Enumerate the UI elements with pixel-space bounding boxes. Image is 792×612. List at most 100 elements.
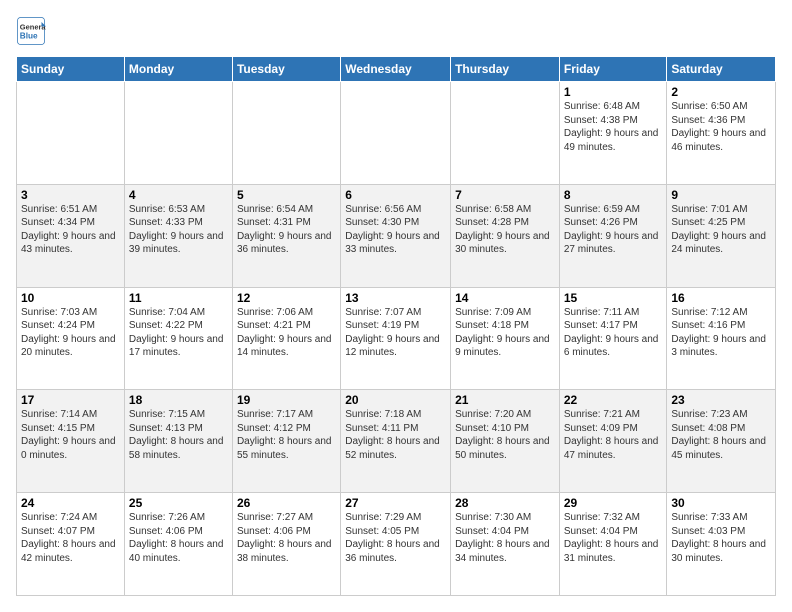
day-number: 28 <box>455 496 555 510</box>
day-info: Sunrise: 7:11 AM Sunset: 4:17 PM Dayligh… <box>564 306 663 360</box>
day-info: Sunrise: 7:14 AM Sunset: 4:15 PM Dayligh… <box>21 408 120 462</box>
day-number: 26 <box>237 496 336 510</box>
calendar-cell: 23Sunrise: 7:23 AM Sunset: 4:08 PM Dayli… <box>667 390 776 493</box>
day-number: 4 <box>129 188 228 202</box>
calendar-cell <box>17 82 125 185</box>
calendar-cell <box>341 82 451 185</box>
day-number: 10 <box>21 291 120 305</box>
col-header-saturday: Saturday <box>667 57 776 82</box>
calendar-cell: 26Sunrise: 7:27 AM Sunset: 4:06 PM Dayli… <box>232 493 340 596</box>
day-info: Sunrise: 7:07 AM Sunset: 4:19 PM Dayligh… <box>345 306 446 360</box>
day-info: Sunrise: 6:48 AM Sunset: 4:38 PM Dayligh… <box>564 100 663 154</box>
day-number: 9 <box>671 188 771 202</box>
day-info: Sunrise: 6:59 AM Sunset: 4:26 PM Dayligh… <box>564 203 663 257</box>
col-header-monday: Monday <box>124 57 232 82</box>
calendar-table: SundayMondayTuesdayWednesdayThursdayFrid… <box>16 56 776 596</box>
day-number: 22 <box>564 393 663 407</box>
day-info: Sunrise: 7:12 AM Sunset: 4:16 PM Dayligh… <box>671 306 771 360</box>
calendar-cell: 24Sunrise: 7:24 AM Sunset: 4:07 PM Dayli… <box>17 493 125 596</box>
calendar-cell: 15Sunrise: 7:11 AM Sunset: 4:17 PM Dayli… <box>559 287 667 390</box>
calendar-cell: 7Sunrise: 6:58 AM Sunset: 4:28 PM Daylig… <box>451 184 560 287</box>
day-number: 23 <box>671 393 771 407</box>
day-info: Sunrise: 7:27 AM Sunset: 4:06 PM Dayligh… <box>237 511 336 565</box>
day-number: 8 <box>564 188 663 202</box>
calendar-cell: 8Sunrise: 6:59 AM Sunset: 4:26 PM Daylig… <box>559 184 667 287</box>
calendar-cell: 13Sunrise: 7:07 AM Sunset: 4:19 PM Dayli… <box>341 287 451 390</box>
day-number: 3 <box>21 188 120 202</box>
calendar-cell: 27Sunrise: 7:29 AM Sunset: 4:05 PM Dayli… <box>341 493 451 596</box>
day-number: 5 <box>237 188 336 202</box>
header: General Blue <box>16 16 776 46</box>
day-number: 20 <box>345 393 446 407</box>
svg-text:Blue: Blue <box>20 32 38 41</box>
calendar-cell: 30Sunrise: 7:33 AM Sunset: 4:03 PM Dayli… <box>667 493 776 596</box>
day-info: Sunrise: 7:20 AM Sunset: 4:10 PM Dayligh… <box>455 408 555 462</box>
calendar-cell: 1Sunrise: 6:48 AM Sunset: 4:38 PM Daylig… <box>559 82 667 185</box>
day-number: 30 <box>671 496 771 510</box>
day-number: 16 <box>671 291 771 305</box>
day-number: 25 <box>129 496 228 510</box>
logo: General Blue <box>16 16 50 46</box>
day-info: Sunrise: 7:29 AM Sunset: 4:05 PM Dayligh… <box>345 511 446 565</box>
calendar-cell: 29Sunrise: 7:32 AM Sunset: 4:04 PM Dayli… <box>559 493 667 596</box>
day-info: Sunrise: 7:09 AM Sunset: 4:18 PM Dayligh… <box>455 306 555 360</box>
calendar-cell: 22Sunrise: 7:21 AM Sunset: 4:09 PM Dayli… <box>559 390 667 493</box>
col-header-sunday: Sunday <box>17 57 125 82</box>
day-number: 15 <box>564 291 663 305</box>
calendar-cell: 11Sunrise: 7:04 AM Sunset: 4:22 PM Dayli… <box>124 287 232 390</box>
day-info: Sunrise: 7:32 AM Sunset: 4:04 PM Dayligh… <box>564 511 663 565</box>
day-number: 6 <box>345 188 446 202</box>
day-number: 1 <box>564 85 663 99</box>
calendar-cell <box>124 82 232 185</box>
day-info: Sunrise: 6:56 AM Sunset: 4:30 PM Dayligh… <box>345 203 446 257</box>
day-number: 24 <box>21 496 120 510</box>
calendar-cell: 4Sunrise: 6:53 AM Sunset: 4:33 PM Daylig… <box>124 184 232 287</box>
calendar-cell: 14Sunrise: 7:09 AM Sunset: 4:18 PM Dayli… <box>451 287 560 390</box>
day-info: Sunrise: 6:50 AM Sunset: 4:36 PM Dayligh… <box>671 100 771 154</box>
calendar-cell: 2Sunrise: 6:50 AM Sunset: 4:36 PM Daylig… <box>667 82 776 185</box>
day-number: 12 <box>237 291 336 305</box>
calendar-cell: 28Sunrise: 7:30 AM Sunset: 4:04 PM Dayli… <box>451 493 560 596</box>
calendar-cell: 20Sunrise: 7:18 AM Sunset: 4:11 PM Dayli… <box>341 390 451 493</box>
day-number: 18 <box>129 393 228 407</box>
col-header-thursday: Thursday <box>451 57 560 82</box>
day-number: 14 <box>455 291 555 305</box>
day-info: Sunrise: 6:51 AM Sunset: 4:34 PM Dayligh… <box>21 203 120 257</box>
calendar-cell: 6Sunrise: 6:56 AM Sunset: 4:30 PM Daylig… <box>341 184 451 287</box>
day-info: Sunrise: 7:24 AM Sunset: 4:07 PM Dayligh… <box>21 511 120 565</box>
calendar-cell: 16Sunrise: 7:12 AM Sunset: 4:16 PM Dayli… <box>667 287 776 390</box>
calendar-cell: 12Sunrise: 7:06 AM Sunset: 4:21 PM Dayli… <box>232 287 340 390</box>
calendar-cell <box>451 82 560 185</box>
calendar-cell: 18Sunrise: 7:15 AM Sunset: 4:13 PM Dayli… <box>124 390 232 493</box>
day-info: Sunrise: 6:54 AM Sunset: 4:31 PM Dayligh… <box>237 203 336 257</box>
col-header-wednesday: Wednesday <box>341 57 451 82</box>
day-info: Sunrise: 7:06 AM Sunset: 4:21 PM Dayligh… <box>237 306 336 360</box>
calendar-cell: 17Sunrise: 7:14 AM Sunset: 4:15 PM Dayli… <box>17 390 125 493</box>
day-info: Sunrise: 7:04 AM Sunset: 4:22 PM Dayligh… <box>129 306 228 360</box>
day-info: Sunrise: 7:18 AM Sunset: 4:11 PM Dayligh… <box>345 408 446 462</box>
day-number: 29 <box>564 496 663 510</box>
calendar-cell: 9Sunrise: 7:01 AM Sunset: 4:25 PM Daylig… <box>667 184 776 287</box>
day-info: Sunrise: 7:21 AM Sunset: 4:09 PM Dayligh… <box>564 408 663 462</box>
day-info: Sunrise: 7:01 AM Sunset: 4:25 PM Dayligh… <box>671 203 771 257</box>
day-number: 21 <box>455 393 555 407</box>
day-number: 13 <box>345 291 446 305</box>
day-info: Sunrise: 7:23 AM Sunset: 4:08 PM Dayligh… <box>671 408 771 462</box>
day-info: Sunrise: 7:15 AM Sunset: 4:13 PM Dayligh… <box>129 408 228 462</box>
calendar-cell <box>232 82 340 185</box>
calendar-cell: 19Sunrise: 7:17 AM Sunset: 4:12 PM Dayli… <box>232 390 340 493</box>
day-info: Sunrise: 7:03 AM Sunset: 4:24 PM Dayligh… <box>21 306 120 360</box>
calendar-cell: 3Sunrise: 6:51 AM Sunset: 4:34 PM Daylig… <box>17 184 125 287</box>
day-info: Sunrise: 7:30 AM Sunset: 4:04 PM Dayligh… <box>455 511 555 565</box>
day-number: 11 <box>129 291 228 305</box>
day-number: 7 <box>455 188 555 202</box>
day-info: Sunrise: 6:53 AM Sunset: 4:33 PM Dayligh… <box>129 203 228 257</box>
col-header-friday: Friday <box>559 57 667 82</box>
day-info: Sunrise: 7:26 AM Sunset: 4:06 PM Dayligh… <box>129 511 228 565</box>
col-header-tuesday: Tuesday <box>232 57 340 82</box>
calendar-cell: 21Sunrise: 7:20 AM Sunset: 4:10 PM Dayli… <box>451 390 560 493</box>
day-number: 19 <box>237 393 336 407</box>
day-info: Sunrise: 7:17 AM Sunset: 4:12 PM Dayligh… <box>237 408 336 462</box>
page: General Blue SundayMondayTuesdayWednesda… <box>0 0 792 612</box>
logo-icon: General Blue <box>16 16 46 46</box>
